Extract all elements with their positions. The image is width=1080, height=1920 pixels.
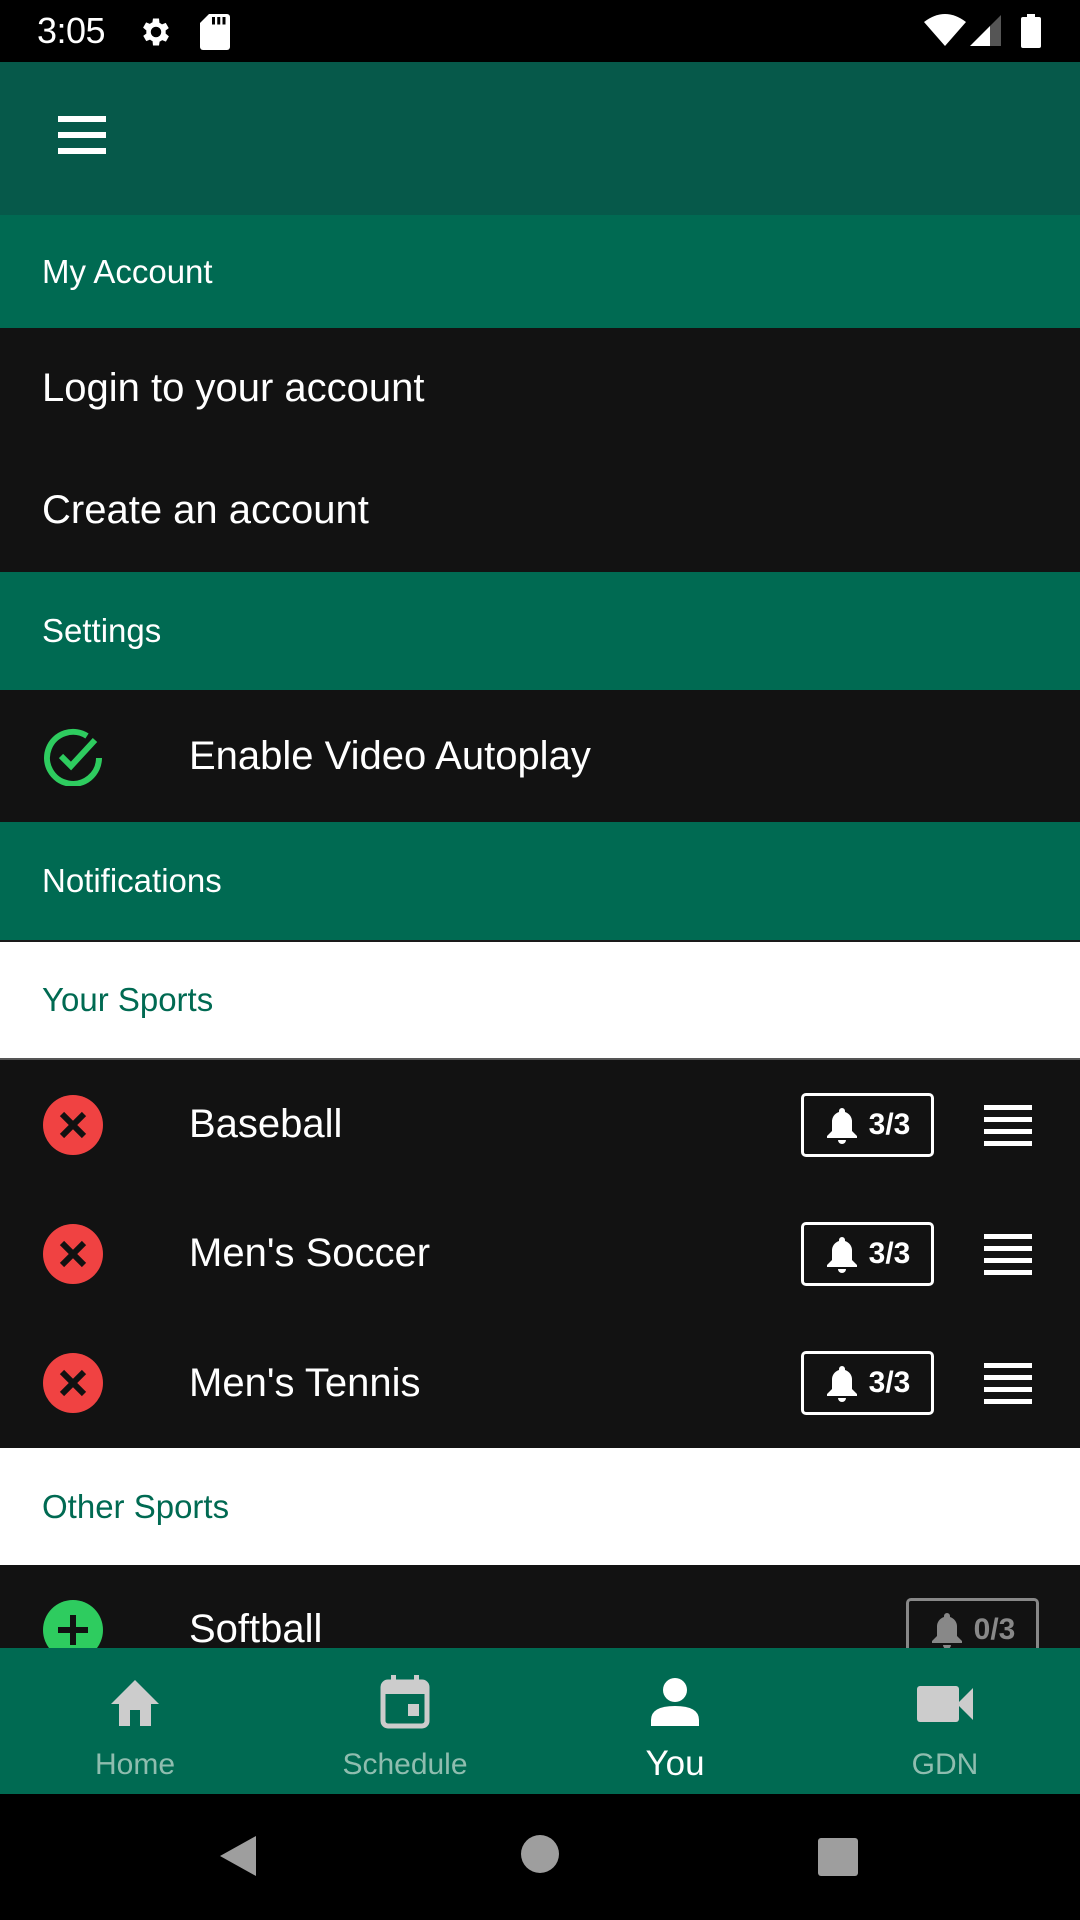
nav-label: GDN	[911, 1748, 979, 1781]
cell-signal-icon	[970, 15, 1001, 46]
notification-alerts-button[interactable]: 3/3	[801, 1092, 934, 1157]
alerts-count: 0/3	[973, 1612, 1016, 1646]
video-camera-icon	[917, 1686, 973, 1722]
sport-row-softball: Softball 0/3	[0, 1565, 1080, 1648]
section-header-notifications: Notifications	[0, 822, 1080, 940]
add-circle-icon[interactable]	[43, 1599, 103, 1649]
sport-name: Men's Soccer	[189, 1231, 431, 1275]
section-header-my-account: My Account	[0, 215, 1080, 328]
sport-row-baseball: Baseball 3/3	[0, 1060, 1080, 1189]
notification-alerts-button[interactable]: 0/3	[906, 1597, 1039, 1648]
login-link[interactable]: Login to your account	[0, 328, 1080, 448]
nav-item-gdn[interactable]: GDN	[810, 1648, 1080, 1794]
nav-label: Home	[94, 1748, 176, 1781]
check-circle-icon[interactable]	[43, 726, 103, 786]
autoplay-label: Enable Video Autoplay	[189, 733, 591, 778]
app-header	[0, 62, 1080, 215]
sport-name: Men's Tennis	[189, 1360, 421, 1405]
gear-icon	[143, 18, 169, 46]
drag-handle-icon[interactable]	[984, 1232, 1032, 1276]
calendar-icon	[380, 1675, 430, 1729]
drag-handle-icon[interactable]	[984, 1103, 1032, 1147]
nav-item-home[interactable]: Home	[0, 1648, 270, 1794]
alerts-count: 3/3	[868, 1366, 911, 1399]
nav-item-you[interactable]: You	[540, 1648, 810, 1794]
sport-row-mens-soccer: Men's Soccer 3/3	[0, 1189, 1080, 1318]
home-circle-icon[interactable]	[520, 1834, 560, 1874]
bottom-nav: Home Schedule You GDN	[0, 1648, 1080, 1794]
nav-label: You	[645, 1744, 705, 1783]
login-label: Login to your account	[42, 365, 425, 410]
notification-alerts-button[interactable]: 3/3	[801, 1221, 934, 1286]
nav-label: Schedule	[342, 1748, 468, 1781]
recents-icon[interactable]	[817, 1837, 859, 1877]
sport-row-mens-tennis: Men's Tennis 3/3	[0, 1318, 1080, 1448]
alerts-count: 3/3	[868, 1236, 911, 1270]
drag-handle-icon[interactable]	[984, 1361, 1032, 1405]
person-icon	[651, 1678, 699, 1726]
create-account-link[interactable]: Create an account	[0, 448, 1080, 572]
remove-circle-icon[interactable]	[43, 1223, 103, 1284]
sport-name: Baseball	[189, 1102, 343, 1146]
video-autoplay-toggle[interactable]: Enable Video Autoplay	[0, 690, 1080, 822]
bell-icon	[931, 1612, 962, 1648]
wifi-icon	[924, 14, 966, 46]
status-bar: 3:05	[0, 0, 1080, 62]
settings-list[interactable]: My Account Login to your account Create …	[0, 215, 1080, 1648]
section-header-settings: Settings	[0, 572, 1080, 690]
status-time: 3:05	[37, 10, 106, 51]
subsection-title: Other Sports	[42, 1487, 230, 1525]
sd-card-icon	[200, 14, 230, 50]
bell-icon	[826, 1366, 857, 1402]
alerts-count: 3/3	[868, 1107, 911, 1141]
home-icon	[111, 1680, 159, 1726]
remove-circle-icon[interactable]	[43, 1353, 103, 1413]
remove-circle-icon[interactable]	[43, 1094, 103, 1155]
back-icon[interactable]	[218, 1834, 258, 1878]
create-account-label: Create an account	[42, 487, 369, 532]
nav-item-schedule[interactable]: Schedule	[270, 1648, 540, 1794]
section-title: Notifications	[42, 862, 222, 899]
system-nav-bar	[0, 1794, 1080, 1920]
bell-icon	[826, 1107, 857, 1144]
notification-alerts-button[interactable]: 3/3	[801, 1351, 934, 1415]
sport-name: Softball	[189, 1607, 323, 1648]
hamburger-menu-icon[interactable]	[54, 112, 110, 158]
section-title: My Account	[42, 252, 213, 290]
subsection-title: Your Sports	[42, 981, 214, 1018]
section-title: Settings	[42, 612, 162, 649]
battery-icon	[1021, 14, 1041, 48]
subsection-header-your-sports: Your Sports	[0, 940, 1080, 1060]
bell-icon	[826, 1236, 857, 1273]
subsection-header-other-sports: Other Sports	[0, 1448, 1080, 1565]
